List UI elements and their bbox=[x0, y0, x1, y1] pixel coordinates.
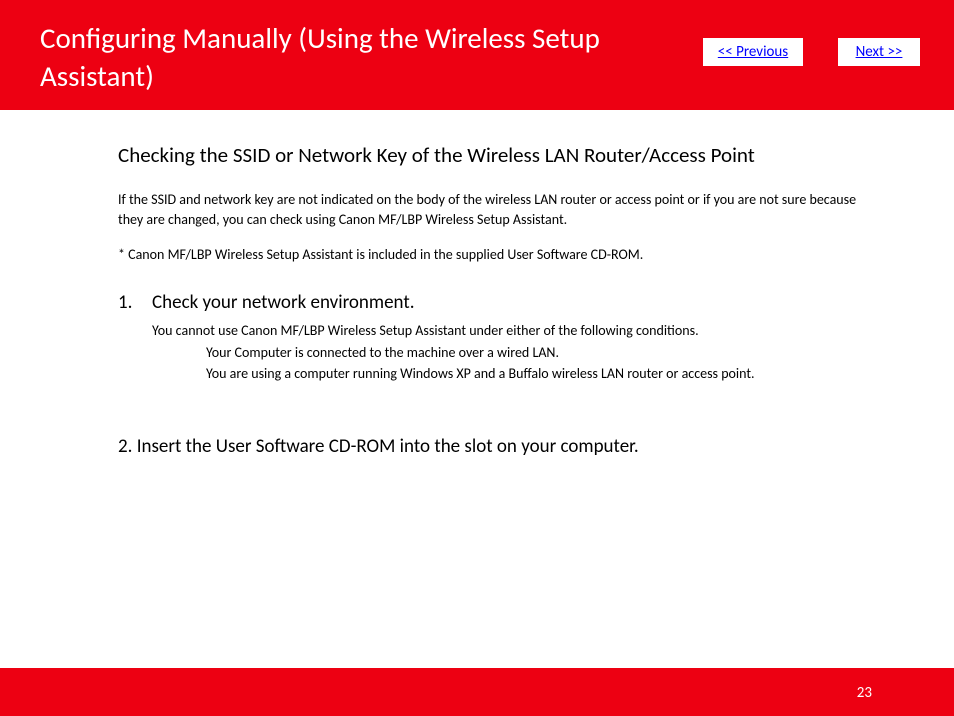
step-1-title: Check your network environment. bbox=[152, 291, 415, 314]
step-1-number: 1. bbox=[118, 291, 152, 314]
step-1-condition-1: Your Computer is connected to the machin… bbox=[206, 342, 898, 364]
next-button[interactable]: Next >> bbox=[838, 38, 920, 66]
step-1-condition-2: You are using a computer running Windows… bbox=[206, 363, 898, 385]
note-text: * Canon MF/LBP Wireless Setup Assistant … bbox=[118, 245, 898, 265]
page-number: 23 bbox=[857, 684, 872, 702]
page-title: Configuring Manually (Using the Wireless… bbox=[40, 20, 680, 95]
step-1-body: You cannot use Canon MF/LBP Wireless Set… bbox=[152, 320, 898, 385]
step-1-row: 1. Check your network environment. bbox=[118, 291, 898, 314]
intro-paragraph: If the SSID and network key are not indi… bbox=[118, 190, 878, 231]
step-2-title: 2. Insert the User Software CD-ROM into … bbox=[118, 435, 898, 458]
footer-bar: 23 bbox=[0, 668, 954, 716]
header-bar: Configuring Manually (Using the Wireless… bbox=[0, 0, 954, 110]
content-area: Checking the SSID or Network Key of the … bbox=[118, 142, 898, 458]
step-1-body-text: You cannot use Canon MF/LBP Wireless Set… bbox=[152, 320, 898, 342]
previous-button[interactable]: << Previous bbox=[703, 38, 803, 66]
document-page: Configuring Manually (Using the Wireless… bbox=[0, 0, 954, 716]
section-heading: Checking the SSID or Network Key of the … bbox=[118, 142, 898, 168]
